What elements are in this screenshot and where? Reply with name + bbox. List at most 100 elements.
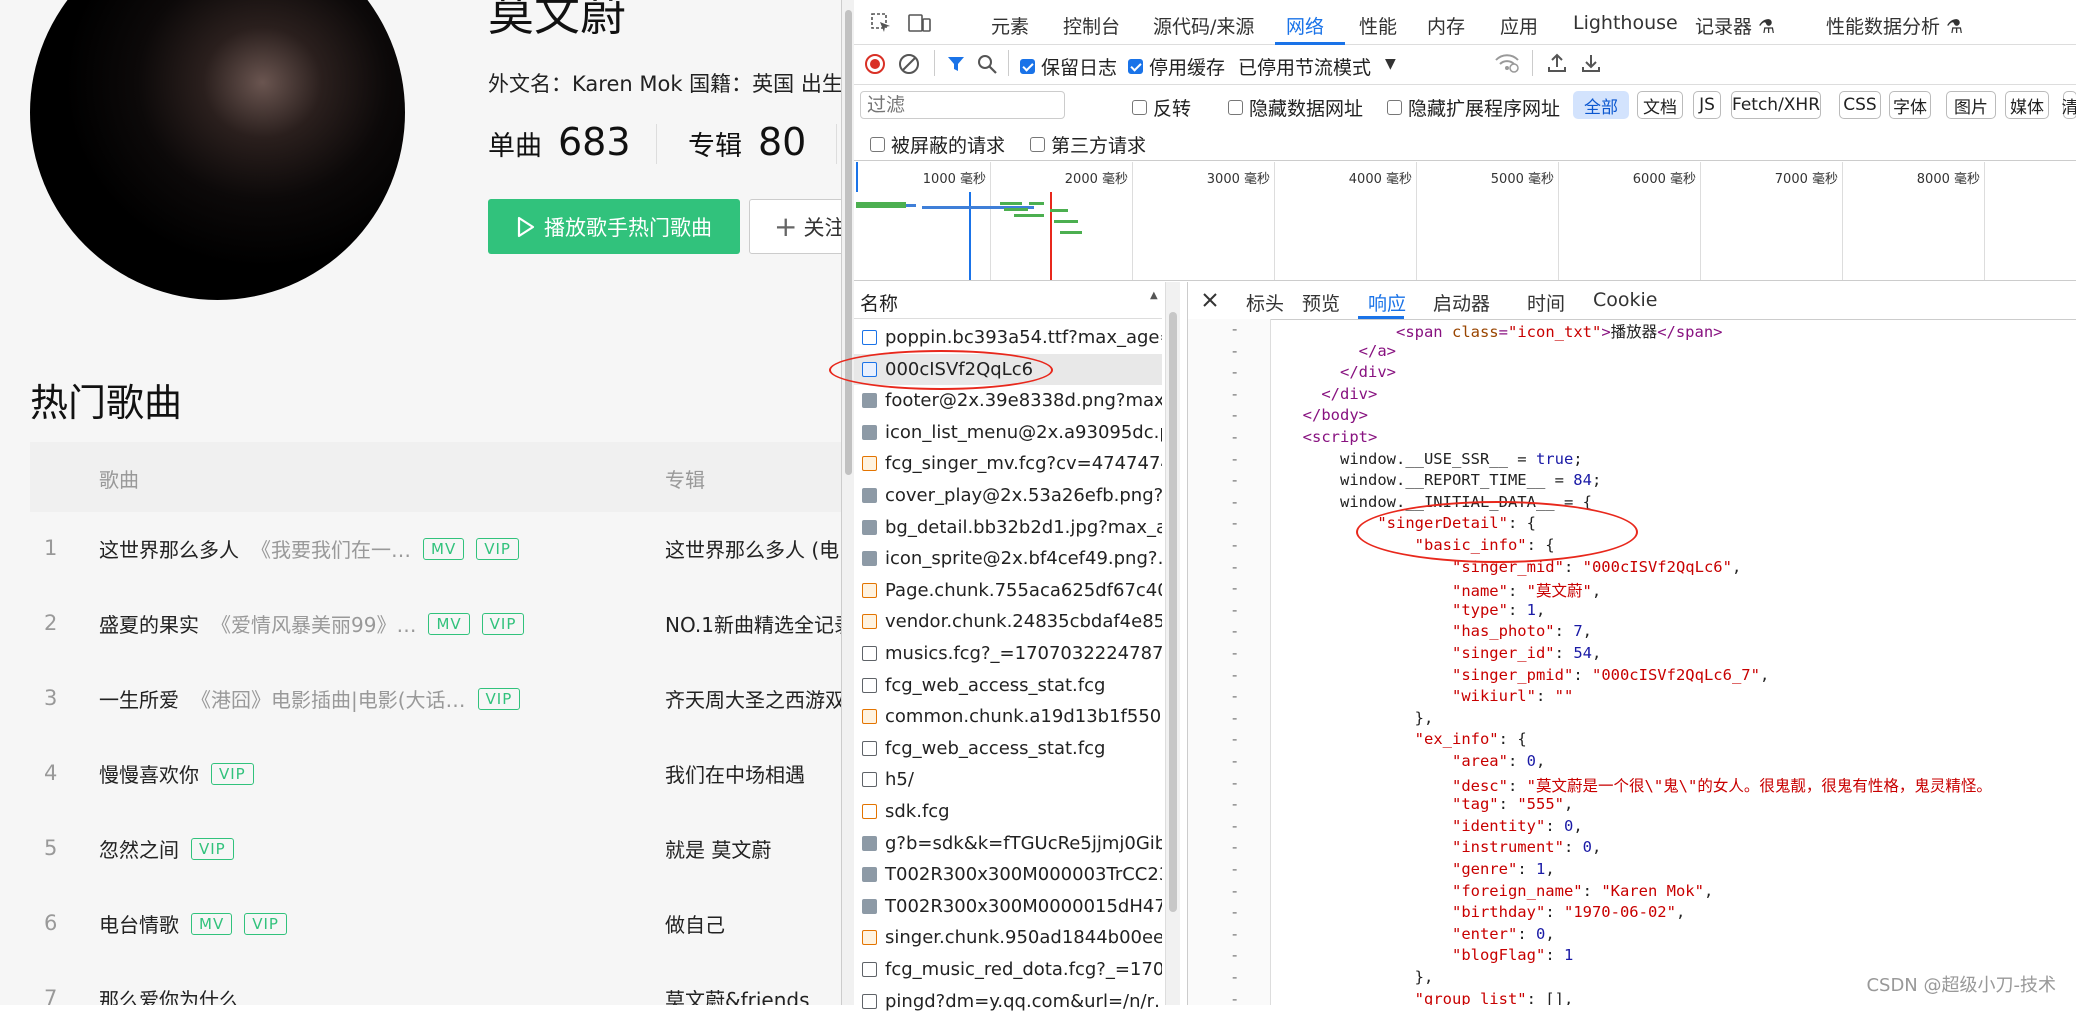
detail-tab[interactable]: 标头 <box>1246 289 1284 316</box>
network-conditions-icon[interactable] <box>1494 52 1520 74</box>
request-row[interactable]: bg_detail.bb32b2d1.jpg?max_a… <box>854 512 1162 543</box>
search-icon[interactable] <box>976 53 998 75</box>
devtools-tab[interactable]: 网络 <box>1286 12 1324 39</box>
scrollbar-thumb[interactable] <box>1169 312 1177 912</box>
song-album[interactable]: NO.1新曲精选全记录 <box>665 609 841 638</box>
resource-type-filter[interactable]: CSS <box>1839 91 1881 119</box>
request-list-scrollbar[interactable] <box>1165 282 1180 1005</box>
detail-tab[interactable]: Cookie <box>1593 289 1658 311</box>
checkbox-unchecked[interactable] <box>870 137 885 152</box>
devtools-tab[interactable]: 记录器 ⚗ <box>1695 12 1775 39</box>
request-row[interactable]: h5/ <box>854 764 1162 795</box>
song-title[interactable]: 这世界那么多人 <box>99 534 239 563</box>
request-row[interactable]: sdk.fcg <box>854 796 1162 827</box>
device-toolbar-icon[interactable] <box>908 12 932 34</box>
song-title[interactable]: 一生所爱 <box>99 684 179 713</box>
hide-extension-urls-checkbox[interactable]: 隐藏扩展程序网址 <box>1387 94 1560 121</box>
song-row[interactable]: 1 这世界那么多人 《我要我们在一… MV VIP 这世界那么多人 (电 <box>30 512 841 587</box>
stat-singles[interactable]: 单曲 683 <box>488 120 631 164</box>
devtools-tab[interactable]: 源代码/来源 <box>1153 12 1254 39</box>
checkbox-checked[interactable] <box>1128 59 1143 74</box>
filter-input[interactable] <box>860 91 1065 119</box>
checkbox-unchecked[interactable] <box>1228 100 1243 115</box>
song-title[interactable]: 电台情歌 <box>99 909 179 938</box>
song-row[interactable]: 6 电台情歌 MV VIP 做自己 <box>30 887 841 962</box>
blocked-requests-checkbox[interactable]: 被屏蔽的请求 <box>870 131 1005 158</box>
detail-tab[interactable]: 启动器 <box>1433 289 1490 316</box>
request-row[interactable]: fcg_web_access_stat.fcg <box>854 670 1162 701</box>
throttle-select[interactable]: 已停用节流模式 ▼ <box>1238 53 1396 80</box>
resource-type-filter[interactable]: JS <box>1693 91 1721 119</box>
devtools-tab[interactable]: 性能数据分析 ⚗ <box>1826 12 1963 39</box>
request-row[interactable]: vendor.chunk.24835cbdaf4e85… <box>854 606 1162 637</box>
detail-tab[interactable]: 时间 <box>1527 289 1565 316</box>
song-album[interactable]: 做自己 <box>665 909 725 938</box>
checkbox-unchecked[interactable] <box>1132 100 1147 115</box>
record-stop-icon[interactable] <box>864 53 886 75</box>
request-row[interactable]: icon_list_menu@2x.a93095dc.p… <box>854 417 1162 448</box>
resource-type-filter[interactable]: 全部 <box>1573 91 1629 119</box>
inspect-element-icon[interactable] <box>870 12 892 34</box>
song-album[interactable]: 齐天周大圣之西游双 <box>665 684 841 713</box>
song-title[interactable]: 那么爱你为什么 <box>99 984 239 1005</box>
request-row[interactable]: footer@2x.39e8338d.png?max_… <box>854 385 1162 416</box>
request-row[interactable]: Page.chunk.755aca625df67c40… <box>854 575 1162 606</box>
detail-tab[interactable]: 预览 <box>1302 289 1340 316</box>
request-row[interactable]: cover_play@2x.53a26efb.png?… <box>854 480 1162 511</box>
scrollbar-thumb[interactable] <box>845 10 852 475</box>
checkbox-unchecked[interactable] <box>1030 137 1045 152</box>
song-album[interactable]: 这世界那么多人 (电 <box>665 534 839 563</box>
song-title[interactable]: 慢慢喜欢你 <box>99 759 199 788</box>
resource-type-filter[interactable]: 媒体 <box>2005 91 2049 119</box>
response-code-view[interactable]: - <span class="icon_txt">播放器</span> - </a… <box>1188 319 2076 1005</box>
page-scrollbar[interactable] <box>842 0 854 1005</box>
request-row[interactable]: fcg_music_red_dota.fcg?_=1707… <box>854 954 1162 985</box>
song-row[interactable]: 4 慢慢喜欢你 VIP 我们在中场相遇 <box>30 737 841 812</box>
resource-type-filter[interactable]: Fetch/XHR <box>1731 91 1821 119</box>
detail-tab[interactable]: 响应 <box>1368 289 1406 316</box>
request-row[interactable]: common.chunk.a19d13b1f550b… <box>854 701 1162 732</box>
filter-icon[interactable] <box>946 54 966 74</box>
request-row[interactable]: fcg_web_access_stat.fcg <box>854 733 1162 764</box>
resource-type-filter[interactable]: 图片 <box>1946 91 1996 119</box>
play-hot-songs-button[interactable]: 播放歌手热门歌曲 <box>488 199 740 254</box>
song-row[interactable]: 7 那么爱你为什么 莫文蔚&friends <box>30 962 841 1005</box>
devtools-tab[interactable]: 应用 <box>1500 12 1538 39</box>
request-row[interactable]: T002R300x300M0000015dH47… <box>854 891 1162 922</box>
close-icon[interactable] <box>1202 292 1218 308</box>
resource-type-filter[interactable]: 文档 <box>1637 91 1683 119</box>
song-row[interactable]: 2 盛夏的果实 《爱情风暴美丽99》… MV VIP NO.1新曲精选全记录 <box>30 587 841 662</box>
song-row[interactable]: 5 忽然之间 VIP 就是 莫文蔚 <box>30 812 841 887</box>
name-column-header[interactable]: 名称 ▲ <box>854 282 1162 319</box>
resource-type-filter[interactable]: 清 <box>2062 91 2076 119</box>
request-row[interactable]: g?b=sdk&k=fTGUcRe5jjmj0Gib… <box>854 828 1162 859</box>
mv-badge[interactable]: MV <box>191 912 233 935</box>
devtools-tab[interactable]: Lighthouse <box>1573 12 1678 34</box>
export-har-icon[interactable] <box>1580 52 1602 74</box>
song-album[interactable]: 我们在中场相遇 <box>665 759 805 788</box>
song-album[interactable]: 就是 莫文蔚 <box>665 834 771 863</box>
third-party-checkbox[interactable]: 第三方请求 <box>1030 131 1146 158</box>
checkbox-unchecked[interactable] <box>1387 100 1402 115</box>
network-overview-timeline[interactable]: 1000 毫秒 2000 毫秒 3000 毫秒 4000 毫秒 5000 毫秒 6000 … <box>854 162 2076 281</box>
devtools-tab[interactable]: 元素 <box>991 12 1029 39</box>
clear-icon[interactable] <box>898 53 920 75</box>
devtools-tab[interactable]: 控制台 <box>1063 12 1120 39</box>
request-row[interactable]: singer.chunk.950ad1844b00ee5… <box>854 922 1162 953</box>
mv-badge[interactable]: MV <box>428 612 470 635</box>
import-har-icon[interactable] <box>1546 52 1568 74</box>
devtools-tab[interactable]: 性能 <box>1359 12 1397 39</box>
request-row[interactable]: musics.fcg?_=1707032224787&… <box>854 638 1162 669</box>
request-row[interactable]: poppin.bc393a54.ttf?max_age=… <box>854 322 1162 353</box>
invert-checkbox[interactable]: 反转 <box>1132 94 1191 121</box>
request-row[interactable]: icon_sprite@2x.bf4cef49.png?… <box>854 543 1162 574</box>
devtools-tab[interactable]: 内存 <box>1427 12 1465 39</box>
song-title[interactable]: 忽然之间 <box>99 834 179 863</box>
preserve-log-checkbox[interactable]: 保留日志 <box>1020 53 1117 80</box>
disable-cache-checkbox[interactable]: 停用缓存 <box>1128 53 1225 80</box>
checkbox-checked[interactable] <box>1020 59 1035 74</box>
song-title[interactable]: 盛夏的果实 <box>99 609 199 638</box>
song-row[interactable]: 3 一生所爱 《港囧》电影插曲|电影(大话… VIP 齐天周大圣之西游双 <box>30 662 841 737</box>
request-row[interactable]: pingd?dm=y.qq.com&url=/n/r… <box>854 986 1162 1017</box>
song-album[interactable]: 莫文蔚&friends <box>665 984 810 1005</box>
